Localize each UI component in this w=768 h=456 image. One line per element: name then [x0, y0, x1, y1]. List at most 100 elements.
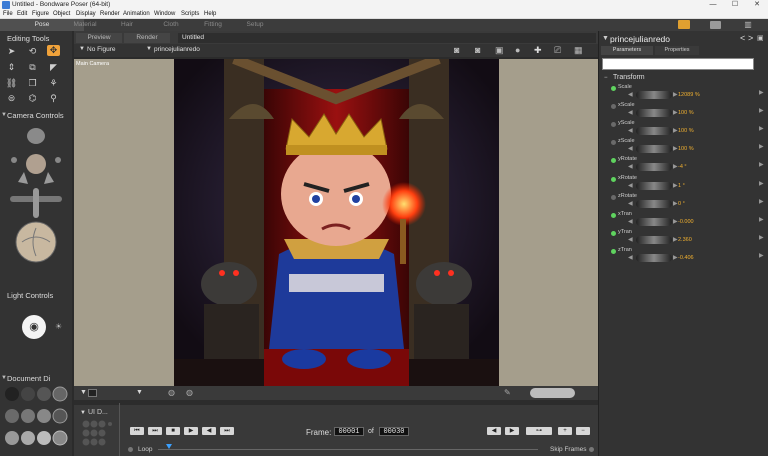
- stop-button[interactable]: ■: [166, 427, 180, 435]
- menu-render[interactable]: Render: [100, 11, 120, 17]
- menu-animation[interactable]: Animation: [123, 11, 150, 17]
- render-camera-icon[interactable]: ◙: [475, 45, 480, 55]
- parameter-row[interactable]: yRotate ◀ ▶ -4 ° ▶: [606, 156, 766, 174]
- parameter-value[interactable]: -0.406: [678, 255, 694, 261]
- camera-label[interactable]: Main Camera: [76, 61, 109, 67]
- dropdown-arrow-icon[interactable]: ▼: [80, 389, 87, 396]
- figure-select[interactable]: No Figure: [87, 46, 116, 53]
- increment-arrow-icon[interactable]: ▶: [673, 236, 678, 243]
- parameter-row[interactable]: xScale ◀ ▶ 100 % ▶: [606, 102, 766, 120]
- prev-keyframe-button[interactable]: ◀: [487, 427, 501, 435]
- parameter-row[interactable]: xRotate ◀ ▶ 1 ° ▶: [606, 175, 766, 193]
- parameter-value[interactable]: 100 %: [678, 128, 694, 134]
- parameter-row[interactable]: zRotate ◀ ▶ 0 ° ▶: [606, 193, 766, 211]
- increment-arrow-icon[interactable]: ▶: [673, 200, 678, 207]
- decrement-arrow-icon[interactable]: ◀: [628, 145, 633, 152]
- next-keyframe-button[interactable]: ▶: [505, 427, 519, 435]
- animation-status-dot[interactable]: [611, 176, 616, 182]
- light-sphere-icon[interactable]: ◉: [22, 315, 46, 339]
- document-display-header[interactable]: ▼ Document Di: [0, 374, 72, 384]
- parameter-menu-arrow-icon[interactable]: ▶: [759, 180, 764, 187]
- increment-arrow-icon[interactable]: ▶: [673, 163, 678, 170]
- color-tool-icon[interactable]: ❒: [26, 78, 39, 89]
- room-tab-setup[interactable]: Setup: [232, 19, 278, 31]
- camera-controls-header[interactable]: ▼ Camera Controls: [0, 111, 72, 121]
- preview-icon[interactable]: ▣: [495, 45, 504, 56]
- animation-status-dot[interactable]: [611, 212, 616, 218]
- direct-manipulation-icon[interactable]: ⊜: [5, 93, 18, 104]
- rotate-tool-icon[interactable]: ⟲: [26, 46, 39, 57]
- menu-window[interactable]: Window: [154, 11, 175, 17]
- panel-menu-icon[interactable]: ▣: [757, 34, 764, 42]
- parameter-menu-arrow-icon[interactable]: ▶: [759, 125, 764, 132]
- editing-tools-header[interactable]: Editing Tools: [0, 34, 72, 44]
- parameter-value[interactable]: 12089 %: [678, 92, 700, 98]
- chat-icon[interactable]: [710, 21, 721, 29]
- room-tab-cloth[interactable]: Cloth: [148, 19, 194, 31]
- parameter-menu-arrow-icon[interactable]: ▶: [759, 161, 764, 168]
- dropdown-arrow-icon[interactable]: ▼: [79, 46, 85, 52]
- tab-render[interactable]: Render: [124, 33, 170, 43]
- translate-tool-icon[interactable]: ✥: [47, 45, 60, 56]
- skip-end-button[interactable]: ⏭: [220, 427, 234, 435]
- parameter-value[interactable]: 100 %: [678, 146, 694, 152]
- parameter-menu-arrow-icon[interactable]: ▶: [759, 107, 764, 114]
- increment-arrow-icon[interactable]: ▶: [673, 91, 678, 98]
- step-back-button[interactable]: ⏭: [148, 427, 162, 435]
- parameter-dial[interactable]: [636, 253, 672, 262]
- tab-properties[interactable]: Properties: [655, 46, 699, 55]
- depth-cue-icon[interactable]: ◍: [186, 388, 193, 397]
- add-keyframe-button[interactable]: +: [558, 427, 572, 435]
- menu-edit[interactable]: Edit: [17, 11, 27, 17]
- actor-title[interactable]: princejulianredo: [610, 34, 670, 44]
- decrement-arrow-icon[interactable]: ◀: [628, 109, 633, 116]
- view-magnifier-icon[interactable]: ⚲: [47, 93, 60, 104]
- parameter-dial[interactable]: [636, 109, 672, 118]
- dropdown-arrow-icon[interactable]: ▼: [136, 389, 143, 396]
- animation-status-dot[interactable]: [611, 104, 616, 110]
- parameter-menu-arrow-icon[interactable]: ▶: [759, 89, 764, 96]
- parameter-menu-arrow-icon[interactable]: ▶: [759, 198, 764, 205]
- view-layout-icon[interactable]: ▦: [574, 45, 583, 56]
- animation-status-dot[interactable]: [611, 86, 616, 91]
- increment-arrow-icon[interactable]: ▶: [673, 254, 678, 261]
- parameter-dial[interactable]: [636, 91, 672, 99]
- increment-arrow-icon[interactable]: ▶: [673, 127, 678, 134]
- lighting-icon[interactable]: ●: [515, 45, 520, 55]
- room-tab-fitting[interactable]: Fitting: [194, 19, 232, 31]
- parameter-dial[interactable]: [636, 217, 672, 226]
- parameter-dial[interactable]: [636, 181, 672, 190]
- camera-controls-widget[interactable]: [8, 124, 64, 264]
- parameter-dial[interactable]: [636, 235, 672, 244]
- prev-actor-icon[interactable]: <: [740, 33, 745, 43]
- parameter-value[interactable]: -0.000: [678, 219, 694, 225]
- dropdown-arrow-icon[interactable]: ▼: [602, 35, 609, 42]
- parameter-row[interactable]: yScale ◀ ▶ 100 % ▶: [606, 120, 766, 138]
- library-books-icon[interactable]: ▥: [742, 20, 754, 29]
- menu-file[interactable]: File: [3, 11, 13, 17]
- parameter-value[interactable]: 2.360: [678, 237, 692, 243]
- decrement-arrow-icon[interactable]: ◀: [628, 236, 633, 243]
- figure-style-icon[interactable]: [88, 389, 97, 397]
- dropdown-arrow-icon[interactable]: ▼: [80, 410, 86, 416]
- light-controls-header[interactable]: Light Controls: [0, 291, 72, 301]
- chain-break-icon[interactable]: ⛓: [5, 78, 18, 89]
- parameter-menu-arrow-icon[interactable]: ▶: [759, 216, 764, 223]
- actor-select[interactable]: princejulianredo: [154, 46, 200, 53]
- animation-status-dot[interactable]: [611, 140, 616, 146]
- taper-tool-icon[interactable]: ◤: [47, 62, 60, 73]
- decrement-arrow-icon[interactable]: ◀: [628, 182, 633, 189]
- background-color-swatches[interactable]: [530, 388, 575, 398]
- dropdown-arrow-icon[interactable]: ▼: [146, 46, 152, 52]
- parameter-search-input[interactable]: [602, 58, 754, 70]
- pencil-icon[interactable]: ✎: [504, 388, 511, 397]
- parameter-row[interactable]: xTran ◀ ▶ -0.000 ▶: [606, 211, 766, 229]
- decrement-arrow-icon[interactable]: ◀: [628, 218, 633, 225]
- parameter-dial[interactable]: [636, 163, 672, 172]
- loop-toggle[interactable]: [128, 447, 133, 452]
- edit-keyframes-button[interactable]: ⊶: [526, 427, 552, 435]
- parameter-row[interactable]: Scale ◀ ▶ 12089 % ▶: [606, 84, 766, 102]
- room-tab-material[interactable]: Material: [64, 19, 106, 31]
- decrement-arrow-icon[interactable]: ◀: [628, 254, 633, 261]
- decrement-arrow-icon[interactable]: ◀: [628, 200, 633, 207]
